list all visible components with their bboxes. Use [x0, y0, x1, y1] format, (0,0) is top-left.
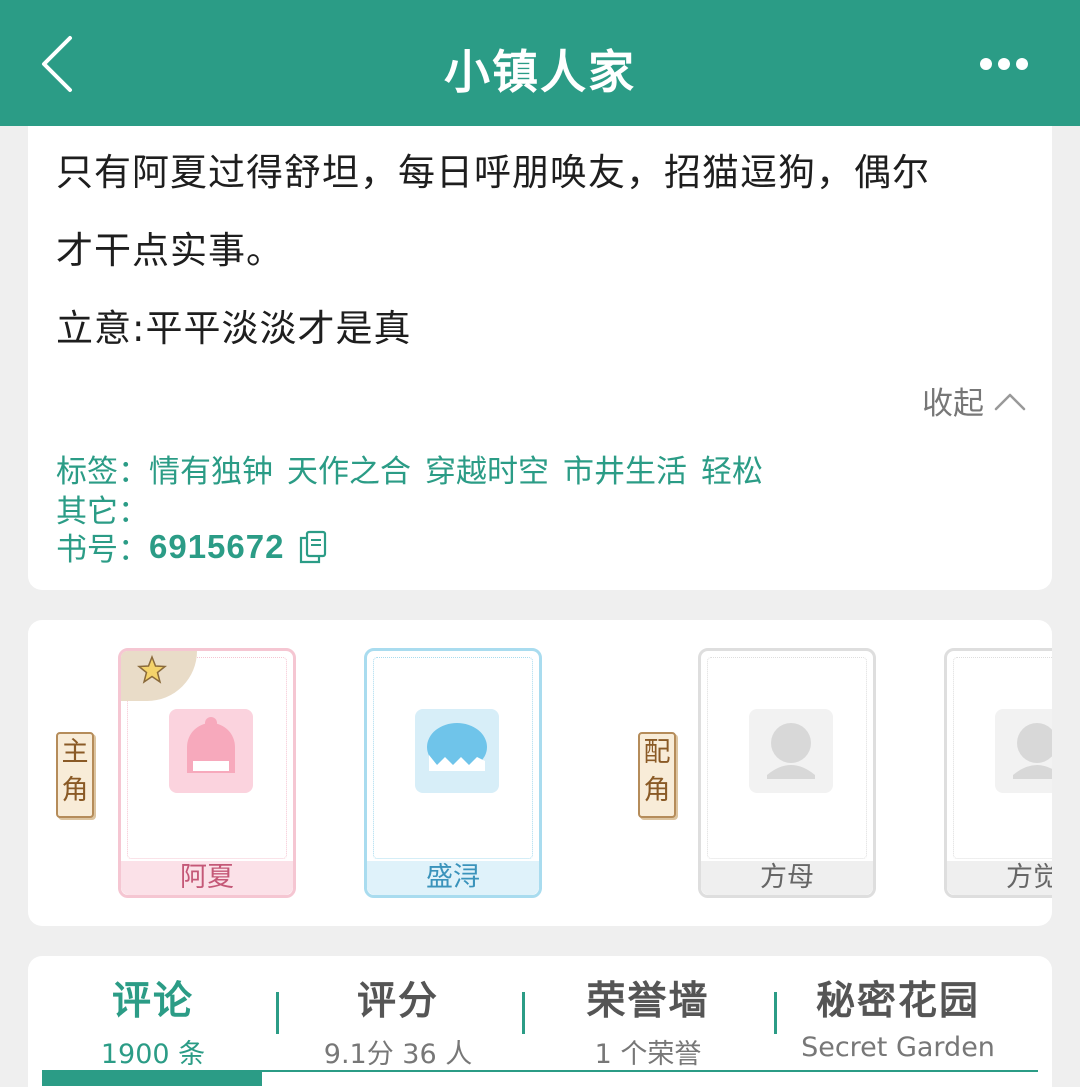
- tag-link[interactable]: 天作之合: [287, 454, 411, 490]
- lead-role-badge: 主角: [56, 732, 94, 818]
- tab-subtitle: 9.1分 36 人: [323, 1039, 473, 1070]
- character-card[interactable]: 盛浔: [364, 648, 542, 898]
- tab-title: 秘密花园: [815, 979, 980, 1024]
- intro-line: 只有阿夏过得舒坦，每日呼朋唤友，招猫逗狗，偶尔: [56, 151, 930, 194]
- intro-theme-line: 立意:平平淡淡才是真: [56, 307, 412, 350]
- tags-label: 标签：: [56, 454, 149, 490]
- tab-comments[interactable]: 评论 1900 条: [68, 970, 238, 1071]
- character-name: 盛浔: [367, 861, 539, 895]
- collapse-button[interactable]: 收起: [922, 378, 1026, 423]
- book-intro-card: 只有阿夏过得舒坦，每日呼朋唤友，招猫逗狗，偶尔 才干点实事。 立意:平平淡淡才是…: [28, 126, 1052, 590]
- tab-divider: [522, 992, 525, 1034]
- character-name: 阿夏: [121, 861, 293, 895]
- tabs-card: 评论 1900 条 评分 9.1分 36 人 荣誉墙 1 个荣誉 秘密花园 Se…: [28, 956, 1052, 1087]
- tab-title: 评论: [111, 979, 194, 1024]
- collapse-label: 收起: [922, 386, 984, 422]
- page-title: 小镇人家: [444, 45, 636, 99]
- tag-link[interactable]: 穿越时空: [425, 454, 549, 490]
- book-number-label: 书号：: [56, 532, 149, 568]
- tag-link[interactable]: 轻松: [701, 454, 763, 490]
- chevron-up-icon: [994, 393, 1026, 410]
- tab-subtitle: Secret Garden: [801, 1032, 995, 1063]
- copy-icon[interactable]: [298, 530, 328, 564]
- book-number-value: 6915672: [149, 527, 285, 565]
- support-role-badge: 配角: [638, 732, 676, 818]
- tab-subtitle: 1 个荣誉: [594, 1039, 702, 1070]
- book-number-row: 书号： 6915672: [56, 524, 328, 569]
- tab-honor-wall[interactable]: 荣誉墙 1 个荣誉: [558, 970, 738, 1071]
- character-name: 方觉: [947, 861, 1052, 895]
- tab-divider: [774, 992, 777, 1034]
- avatar-placeholder-icon: [995, 709, 1052, 793]
- tab-active-indicator: [42, 1070, 262, 1086]
- intro-line: 才干点实事。: [56, 229, 284, 272]
- top-bar: 小镇人家: [0, 0, 1080, 126]
- star-icon: [137, 655, 167, 684]
- character-card[interactable]: 方觉: [944, 648, 1052, 898]
- tag-link[interactable]: 情有独钟: [149, 454, 273, 490]
- characters-card: 主角 阿夏 盛浔 配角 方母 方觉: [28, 620, 1052, 926]
- character-card[interactable]: 阿夏: [118, 648, 296, 898]
- tag-link[interactable]: 市井生活: [563, 454, 687, 490]
- tab-title: 荣誉墙: [586, 979, 710, 1024]
- tab-title: 评分: [356, 979, 439, 1024]
- tab-divider: [276, 992, 279, 1034]
- avatar-icon: [415, 709, 499, 793]
- avatar-placeholder-icon: [749, 709, 833, 793]
- character-name: 方母: [701, 861, 873, 895]
- more-horizontal-icon[interactable]: [980, 58, 1028, 70]
- tab-secret-garden[interactable]: 秘密花园 Secret Garden: [798, 970, 998, 1063]
- tab-rating[interactable]: 评分 9.1分 36 人: [308, 970, 488, 1071]
- character-card[interactable]: 方母: [698, 648, 876, 898]
- avatar-icon: [169, 709, 253, 793]
- tags-row: 标签：情有独钟 天作之合 穿越时空 市井生活 轻松: [56, 446, 777, 491]
- tab-subtitle: 1900 条: [100, 1039, 206, 1070]
